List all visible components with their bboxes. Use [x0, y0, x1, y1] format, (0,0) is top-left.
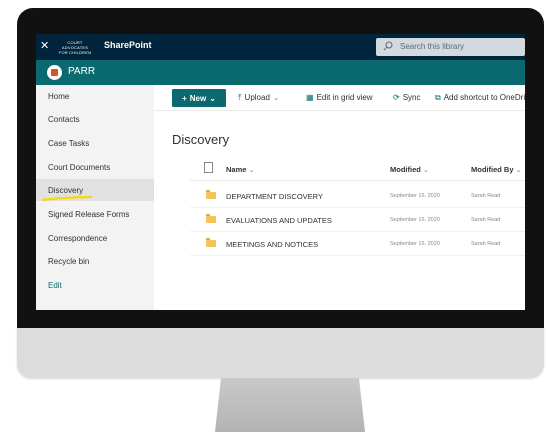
- table-row[interactable]: DEPARTMENT DISCOVERY September 16, 2020 …: [190, 184, 525, 208]
- column-header-name-label: Name: [226, 165, 247, 174]
- sync-button[interactable]: ⟳ Sync: [393, 93, 421, 102]
- chevron-down-icon: ⌄: [209, 93, 216, 103]
- nav-item-signed-release-forms[interactable]: Signed Release Forms: [48, 210, 129, 219]
- chevron-down-icon: ⌄: [515, 165, 522, 174]
- search-box[interactable]: Search this library: [376, 38, 525, 56]
- monitor-chin: [17, 328, 544, 378]
- row-modified-by[interactable]: Sarah Read: [471, 217, 500, 223]
- command-bar: + New ⌄ ⤒ Upload ⌄ ▦ Edit in grid view ⟳ Syn…: [154, 85, 525, 111]
- nav-item-recycle-bin[interactable]: Recycle bin: [48, 257, 89, 266]
- table-row[interactable]: EVALUATIONS AND UPDATES September 16, 20…: [190, 208, 525, 232]
- edit-grid-label: Edit in grid view: [316, 93, 373, 102]
- sync-label: Sync: [402, 93, 421, 102]
- upload-label: Upload: [244, 93, 270, 102]
- nav-item-correspondence[interactable]: Correspondence: [48, 234, 107, 243]
- shortcut-icon: ⧉: [435, 93, 441, 102]
- row-name[interactable]: MEETINGS AND NOTICES: [226, 240, 318, 249]
- column-header-name[interactable]: Name ⌄: [226, 165, 255, 174]
- nav-item-court-documents[interactable]: Court Documents: [48, 163, 110, 172]
- sync-icon: ⟳: [393, 93, 400, 102]
- add-shortcut-button[interactable]: ⧉ Add shortcut to OneDrive: [435, 93, 525, 103]
- nav-item-contacts[interactable]: Contacts: [48, 115, 80, 124]
- new-button[interactable]: + New ⌄: [172, 89, 226, 107]
- monitor: ✕ COURT ADVOCATES FOR CHILDREN SharePoin…: [17, 8, 544, 378]
- edit-in-grid-view-button[interactable]: ▦ Edit in grid view: [306, 93, 373, 102]
- row-modified-by[interactable]: Sarah Read: [471, 241, 500, 247]
- row-modified: September 16, 2020: [390, 217, 440, 223]
- upload-button[interactable]: ⤒ Upload ⌄: [238, 93, 280, 103]
- yellow-underline-mark: [42, 196, 92, 201]
- folder-icon: [206, 214, 216, 223]
- nav-edit-link[interactable]: Edit: [48, 281, 62, 290]
- add-shortcut-label: Add shortcut to OneDrive: [443, 93, 525, 102]
- library-title: Discovery: [172, 132, 230, 147]
- folder-icon: [206, 238, 216, 247]
- site-logo-icon: [47, 65, 62, 80]
- row-name[interactable]: DEPARTMENT DISCOVERY: [226, 192, 323, 201]
- upload-icon: ⤒: [238, 93, 242, 102]
- column-header-modified-label: Modified: [390, 165, 421, 174]
- chevron-down-icon: ⌄: [422, 165, 430, 174]
- site-title[interactable]: PARR: [68, 66, 95, 77]
- nav-item-home[interactable]: Home: [48, 92, 69, 101]
- nav-item-case-tasks[interactable]: Case Tasks: [48, 139, 89, 148]
- left-navigation: Home Contacts Case Tasks Court Documents…: [36, 85, 154, 310]
- organization-logo-icon: ✕: [40, 40, 50, 52]
- monitor-stand: [215, 378, 365, 432]
- row-name[interactable]: EVALUATIONS AND UPDATES: [226, 216, 332, 225]
- row-modified: September 16, 2020: [390, 241, 440, 247]
- folder-icon: [206, 190, 216, 199]
- column-header-modified-by-label: Modified By: [471, 165, 514, 174]
- plus-icon: +: [182, 93, 187, 103]
- site-header: PARR: [36, 60, 525, 85]
- new-button-label: New: [189, 93, 207, 103]
- header-divider: [190, 180, 525, 181]
- search-input[interactable]: Search this library: [400, 42, 464, 51]
- column-header-modified-by[interactable]: Modified By ⌄: [471, 165, 522, 174]
- chevron-down-icon: ⌄: [272, 93, 280, 102]
- file-type-icon[interactable]: [204, 162, 213, 173]
- screen: ✕ COURT ADVOCATES FOR CHILDREN SharePoin…: [36, 34, 525, 310]
- chevron-down-icon: ⌄: [248, 165, 255, 174]
- table-row[interactable]: MEETINGS AND NOTICES September 16, 2020 …: [190, 232, 525, 256]
- nav-item-discovery[interactable]: Discovery: [48, 186, 83, 195]
- grid-icon: ▦: [306, 93, 314, 102]
- app-name[interactable]: SharePoint: [104, 40, 152, 50]
- suite-bar: ✕ COURT ADVOCATES FOR CHILDREN SharePoin…: [36, 34, 525, 60]
- search-icon: [383, 41, 393, 51]
- row-modified: September 16, 2020: [390, 193, 440, 199]
- row-modified-by[interactable]: Sarah Read: [471, 193, 500, 199]
- organization-logo-text: COURT ADVOCATES FOR CHILDREN: [58, 40, 92, 55]
- column-header-modified[interactable]: Modified ⌄: [390, 165, 429, 174]
